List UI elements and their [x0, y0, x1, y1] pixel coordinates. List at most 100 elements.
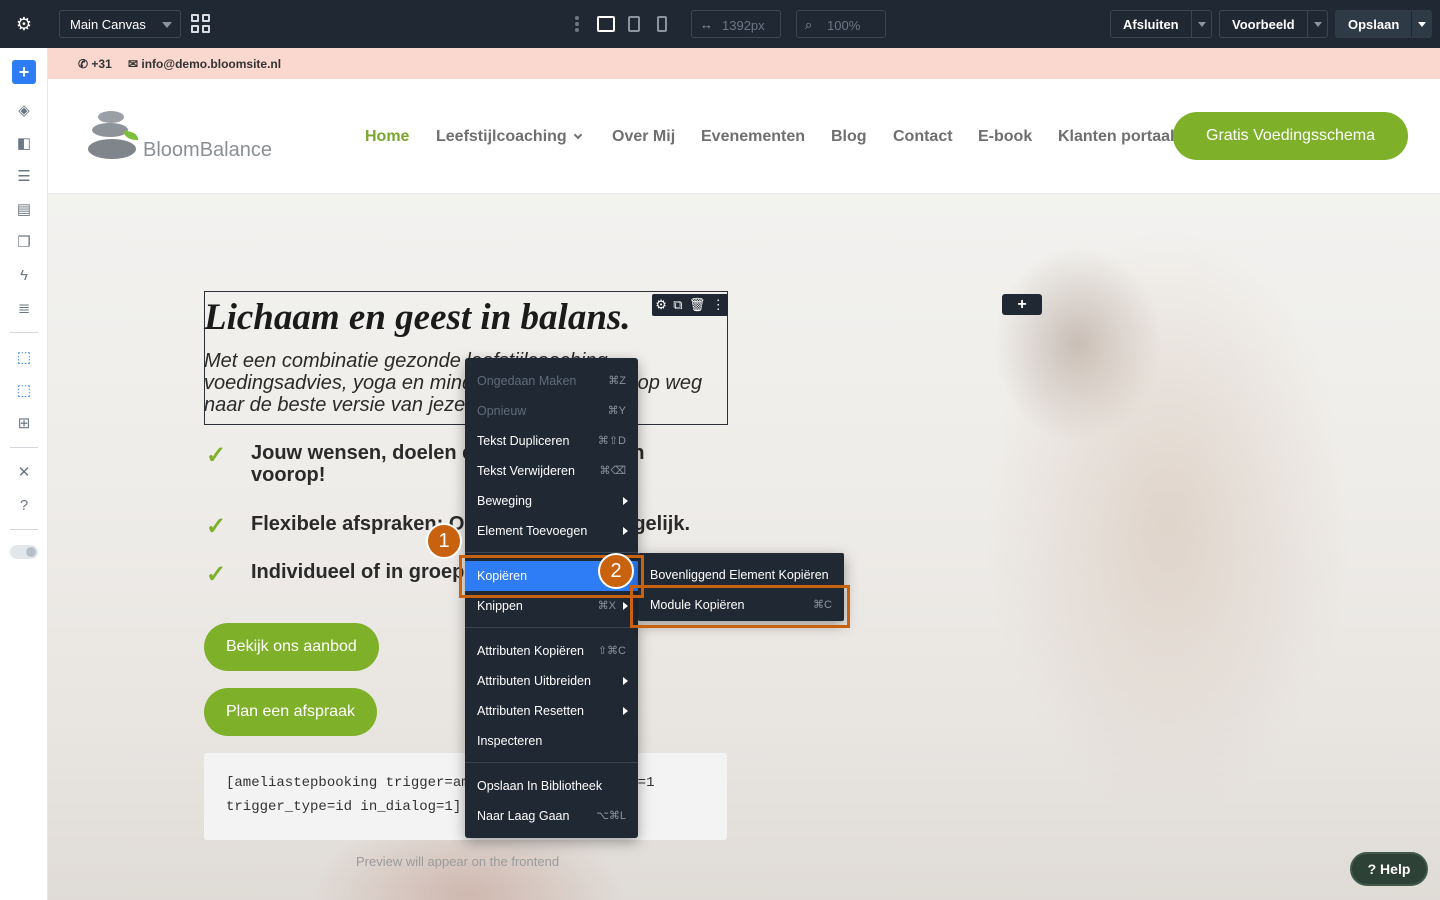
menu-item-label: Ongedaan Maken [477, 374, 577, 388]
add-element-icon[interactable]: + [12, 60, 36, 84]
canvas-select-value: Main Canvas [70, 17, 146, 32]
close-button[interactable]: Afsluiten [1111, 17, 1191, 32]
menu-item-save-to-library[interactable]: Opslaan In Bibliotheek [465, 771, 638, 801]
menu-item-label: Opslaan In Bibliotheek [477, 779, 603, 793]
checkmark-icon: ✓ [206, 561, 227, 588]
select-element-icon[interactable]: ⬚ [12, 345, 36, 369]
plan-appointment-button[interactable]: Plan een afspraak [204, 688, 377, 736]
submenu-arrow-icon [623, 602, 628, 610]
zoom-value: 100% [827, 18, 861, 33]
add-section-icon[interactable]: + [1002, 294, 1042, 315]
preview-button-group: Voorbeeld [1219, 10, 1328, 38]
menu-item-label: Attributen Resetten [477, 704, 585, 718]
templates-icon[interactable]: ≣ [12, 296, 36, 320]
interactions-icon[interactable]: ϟ [12, 263, 36, 287]
menu-shortcut: ⌥⌘L [596, 810, 626, 822]
responsive-icon[interactable]: ⊞ [12, 411, 36, 435]
forms-icon[interactable]: ▤ [12, 197, 36, 221]
tablet-view-icon[interactable] [628, 16, 640, 32]
info-bar: ✆ +31 ✉ info@demo.bloomsite.nl [48, 48, 1440, 79]
brand-logo[interactable]: BloomBalance [86, 109, 286, 164]
grid-view-icon[interactable] [191, 14, 210, 33]
menu-item-label: Attributen Uitbreiden [477, 674, 591, 688]
checkmark-icon: ✓ [206, 513, 227, 540]
free-schedule-button[interactable]: Gratis Voedingsschema [1173, 112, 1408, 160]
trash-icon[interactable]: 🗑 [689, 297, 706, 313]
menu-shortcut: ⇧⌘C [597, 645, 626, 657]
nav-leefstijlcoaching[interactable]: Leefstijlcoaching [436, 128, 582, 146]
menu-shortcut: ⌘X [597, 600, 616, 612]
hero-section: Lichaam en geest in balans. Met een comb… [48, 194, 1440, 900]
menu-shortcut: ⌘⌫ [599, 465, 626, 477]
menu-item-duplicate-text[interactable]: Tekst Dupliceren ⌘⇧D [465, 426, 638, 456]
nav-contact[interactable]: Contact [893, 128, 953, 146]
help-label: Help [1380, 861, 1411, 877]
nav-blog[interactable]: Blog [831, 128, 867, 146]
menu-item-label: Opnieuw [477, 404, 527, 418]
menu-item-delete-text[interactable]: Tekst Verwijderen ⌘⌫ [465, 456, 638, 486]
tools-icon[interactable]: ✕ [12, 460, 36, 484]
menu-item-copy-attributes[interactable]: Attributen Kopiëren ⇧⌘C [465, 636, 638, 666]
brand-name: BloomBalance [143, 139, 272, 161]
menu-item-label: Element Toevoegen [477, 524, 588, 538]
desktop-view-icon[interactable] [597, 16, 615, 32]
nav-leefstijlcoaching-label: Leefstijlcoaching [436, 128, 567, 145]
close-dropdown-icon[interactable] [1190, 11, 1211, 37]
menu-item-label: Knippen [477, 599, 523, 613]
nav-klanten-portaal[interactable]: Klanten portaal [1058, 128, 1174, 146]
width-arrows-icon: ↔ [700, 17, 713, 32]
chevron-down-icon [162, 22, 172, 28]
database-icon[interactable]: ☰ [12, 164, 36, 188]
email-address: info@demo.bloomsite.nl [141, 57, 282, 71]
menu-item-go-to-layer[interactable]: Naar Laag Gaan ⌥⌘L [465, 801, 638, 831]
select-parent-icon[interactable]: ⬚ [12, 378, 36, 402]
menu-item-label: Beweging [477, 494, 532, 508]
duplicate-icon[interactable]: ⧉ [673, 297, 682, 313]
nav-ebook[interactable]: E-book [978, 128, 1032, 146]
menu-item-extend-attributes[interactable]: Attributen Uitbreiden [465, 666, 638, 696]
menu-item-redo[interactable]: Opnieuw ⌘Y [465, 396, 638, 426]
dark-mode-toggle[interactable] [10, 545, 38, 559]
preview-dropdown-icon[interactable] [1306, 11, 1327, 37]
submenu-arrow-icon [623, 527, 628, 535]
callout-badge-2: 2 [598, 553, 634, 589]
checkmark-icon: ✓ [206, 442, 227, 469]
close-button-group: Afsluiten [1110, 10, 1212, 38]
menu-item-undo[interactable]: Ongedaan Maken ⌘Z [465, 366, 638, 396]
settings-gear-icon[interactable]: ⚙ [0, 0, 48, 48]
menu-item-reset-attributes[interactable]: Attributen Resetten [465, 696, 638, 726]
email-info: ✉ info@demo.bloomsite.nl [128, 57, 282, 71]
preview-note: Preview will appear on the frontend [356, 854, 560, 869]
save-button[interactable]: Opslaan [1336, 17, 1411, 32]
nav-evenementen[interactable]: Evenementen [701, 128, 805, 146]
submenu-arrow-icon [623, 707, 628, 715]
preview-button[interactable]: Voorbeeld [1220, 17, 1307, 32]
design-icon[interactable]: ◧ [12, 131, 36, 155]
phone-view-icon[interactable] [657, 16, 667, 32]
help-question-icon[interactable]: ? [12, 493, 36, 517]
phone-number: +31 [91, 57, 112, 71]
menu-item-inspect[interactable]: Inspecteren [465, 726, 638, 756]
menu-item-add-element[interactable]: Element Toevoegen [465, 516, 638, 546]
nav-home[interactable]: Home [365, 128, 409, 146]
more-vertical-icon[interactable]: ⋮ [712, 297, 725, 313]
layers-icon[interactable]: ◈ [12, 98, 36, 122]
canvas-width-field[interactable]: ↔ 1392px [691, 10, 781, 38]
menu-item-motion[interactable]: Beweging [465, 486, 638, 516]
chevron-down-icon [573, 130, 582, 140]
phone-info: ✆ +31 [78, 57, 112, 71]
submenu-item-label: Bovenliggend Element Kopiëren [650, 568, 829, 582]
sidebar-divider [10, 529, 38, 530]
canvas-select[interactable]: Main Canvas [59, 10, 181, 38]
menu-item-label: Attributen Kopiëren [477, 644, 585, 658]
menu-item-label: Tekst Dupliceren [477, 434, 570, 448]
more-options-icon[interactable] [575, 16, 579, 32]
zoom-field[interactable]: ⌕ 100% [796, 10, 886, 38]
pages-icon[interactable]: ❐ [12, 230, 36, 254]
help-button[interactable]: ? Help [1350, 852, 1428, 886]
view-offer-button[interactable]: Bekijk ons aanbod [204, 623, 379, 671]
gear-icon[interactable]: ⚙ [655, 297, 667, 313]
nav-over-mij[interactable]: Over Mij [612, 128, 675, 146]
canvas-width-value: 1392px [722, 18, 765, 33]
save-dropdown-icon[interactable] [1411, 11, 1431, 37]
